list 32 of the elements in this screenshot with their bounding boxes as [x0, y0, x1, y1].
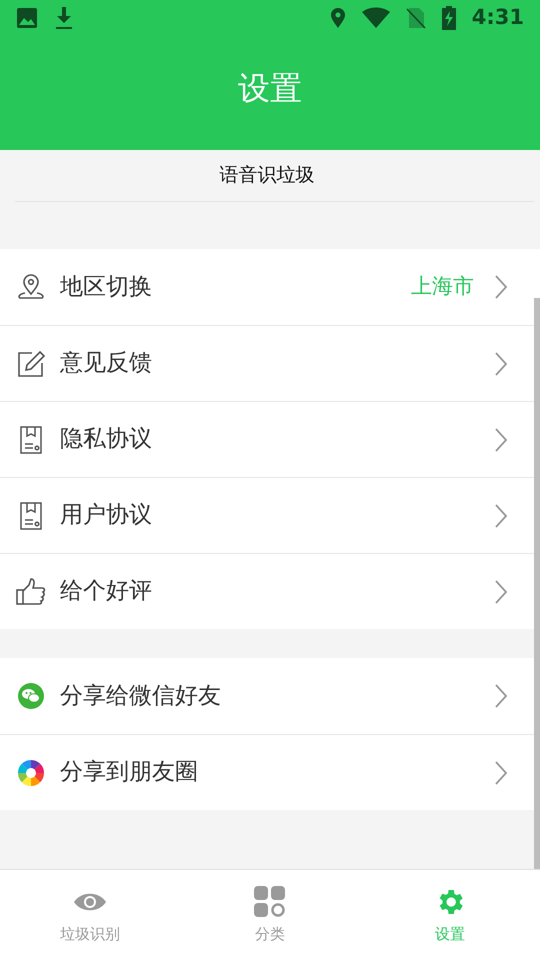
- chevron-right-icon: [494, 274, 508, 300]
- document-icon: [19, 426, 43, 454]
- voice-recognition-label: 语音识垃圾: [220, 163, 314, 188]
- edit-icon: [17, 350, 45, 378]
- chevron-right-icon: [494, 426, 508, 452]
- grid-icon: [254, 886, 286, 918]
- battery-charging-icon: [442, 6, 456, 30]
- no-sim-icon: [406, 7, 426, 29]
- thumbs-up-icon: [16, 578, 46, 606]
- image-icon: [16, 7, 38, 29]
- chevron-right-icon: [494, 350, 508, 376]
- row-label: 分享到朋友圈: [60, 758, 199, 788]
- chevron-right-icon: [494, 683, 508, 709]
- row-label: 意见反馈: [60, 349, 153, 378]
- current-region: 上海市: [411, 273, 474, 300]
- row-label: 地区切换: [60, 272, 153, 302]
- page-title: 设置: [238, 68, 302, 109]
- location-icon: [330, 7, 346, 29]
- wifi-icon: [362, 7, 390, 29]
- location-pin-icon: [16, 272, 46, 302]
- row-label: 用户协议: [60, 501, 153, 530]
- document-icon: [19, 502, 43, 530]
- chevron-right-icon: [494, 578, 508, 604]
- aperture-icon: [17, 758, 45, 786]
- chat-bubbles-icon: [17, 682, 45, 710]
- status-time: 4:31: [472, 4, 524, 32]
- download-icon: [54, 6, 74, 30]
- row-label: 隐私协议: [60, 425, 153, 454]
- row-label: 分享给微信好友: [60, 682, 222, 711]
- chevron-right-icon: [494, 760, 508, 786]
- row-label: 给个好评: [60, 577, 153, 606]
- chevron-right-icon: [494, 502, 508, 528]
